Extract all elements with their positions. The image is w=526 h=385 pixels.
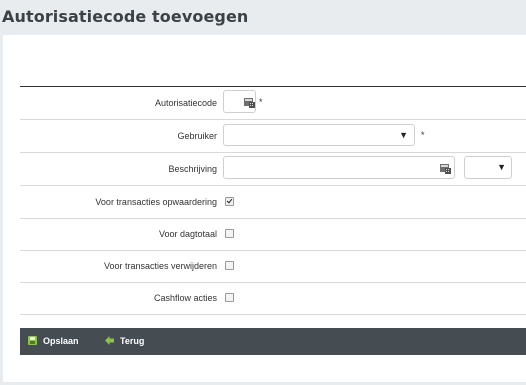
chevron-down-icon: ▼ xyxy=(399,130,408,140)
row-cashflow-acties: Cashflow acties xyxy=(20,282,526,315)
row-voor-transacties-opwaardering: Voor transacties opwaardering xyxy=(20,186,526,219)
gebruiker-required-mark: * xyxy=(421,130,425,140)
autorisatiecode-input[interactable] xyxy=(223,90,256,113)
back-button[interactable]: Terug xyxy=(105,328,165,355)
keypad-icon[interactable] xyxy=(244,98,255,108)
cashflow-acties-checkbox[interactable] xyxy=(225,293,234,302)
save-icon xyxy=(28,336,37,345)
voor-transacties-opwaardering-label: Voor transacties opwaardering xyxy=(95,197,217,207)
arrow-left-icon xyxy=(105,336,114,345)
back-button-label: Terug xyxy=(120,336,145,346)
voor-dagtotaal-checkbox[interactable] xyxy=(225,229,234,238)
chevron-down-icon: ▼ xyxy=(497,162,506,172)
row-voor-transacties-verwijderen: Voor transacties verwijderen xyxy=(20,250,526,283)
beschrijving-language-select[interactable]: ▼ xyxy=(464,156,512,179)
row-voor-dagtotaal: Voor dagtotaal xyxy=(20,218,526,251)
form-panel: Autorisatiecode * Gebruiker ▼ * Beschrij… xyxy=(3,35,526,382)
action-toolbar: Opslaan Terug xyxy=(20,328,526,355)
gebruiker-select[interactable]: ▼ xyxy=(223,124,415,146)
voor-dagtotaal-label: Voor dagtotaal xyxy=(158,229,217,239)
save-button-label: Opslaan xyxy=(43,336,79,346)
page-title: Autorisatiecode toevoegen xyxy=(2,7,249,26)
beschrijving-input[interactable] xyxy=(223,156,455,179)
voor-transacties-verwijderen-label: Voor transacties verwijderen xyxy=(103,261,217,271)
save-button[interactable]: Opslaan xyxy=(28,328,88,355)
keypad-icon[interactable] xyxy=(440,164,451,174)
row-beschrijving: Beschrijving ▼ xyxy=(20,153,526,186)
row-gebruiker: Gebruiker ▼ * xyxy=(20,120,526,153)
cashflow-acties-label: Cashflow acties xyxy=(153,293,217,303)
voor-transacties-opwaardering-checkbox[interactable] xyxy=(225,197,234,206)
gebruiker-label: Gebruiker xyxy=(177,131,217,141)
beschrijving-label: Beschrijving xyxy=(168,164,217,174)
autorisatiecode-label: Autorisatiecode xyxy=(154,98,217,108)
row-autorisatiecode: Autorisatiecode * xyxy=(20,87,526,120)
voor-transacties-verwijderen-checkbox[interactable] xyxy=(225,261,234,270)
autorisatiecode-required-mark: * xyxy=(259,97,263,107)
